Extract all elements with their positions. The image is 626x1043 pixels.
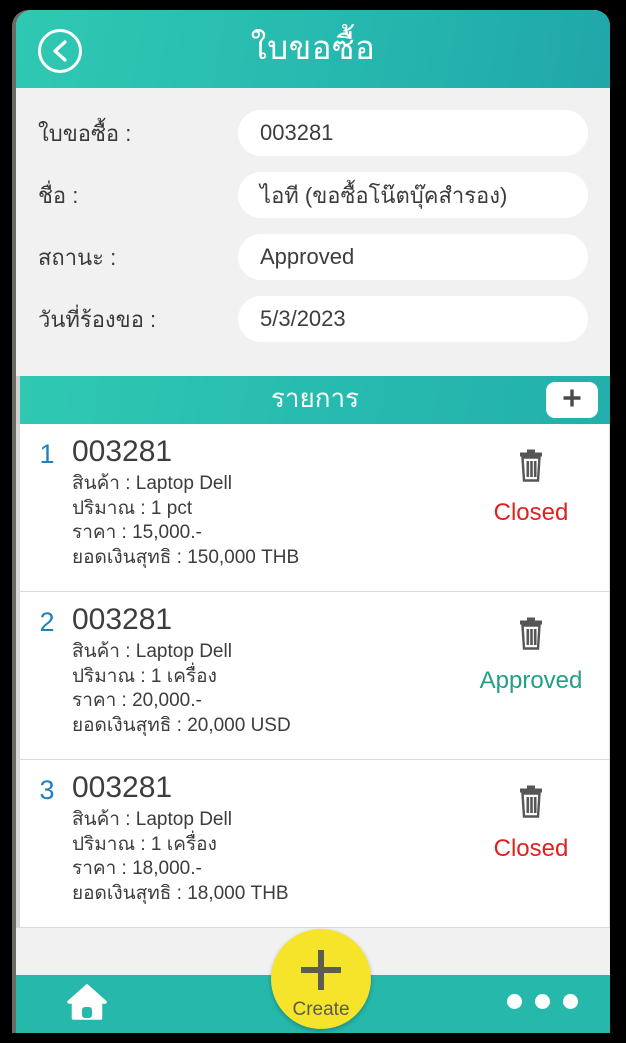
status-field[interactable]: Approved <box>238 234 588 280</box>
item-body: 003281 สินค้า : Laptop Dell ปริมาณ : 1 เ… <box>64 770 467 913</box>
trash-icon[interactable] <box>516 616 546 655</box>
item-index: 1 <box>39 439 55 469</box>
name-field[interactable]: ไอที (ขอซื้อโน๊ตบุ๊คสำรอง) <box>238 172 588 218</box>
item-price: ราคา : 18,000.- <box>72 858 202 879</box>
item-quantity: ปริมาณ : 1 เครื่อง <box>72 833 217 855</box>
item-index: 3 <box>39 775 55 805</box>
item-body: 003281 สินค้า : Laptop Dell ปริมาณ : 1 p… <box>64 434 467 577</box>
item-body: 003281 สินค้า : Laptop Dell ปริมาณ : 1 เ… <box>64 602 467 745</box>
more-dots-icon <box>563 994 578 1009</box>
item-index: 2 <box>39 607 55 637</box>
add-item-button[interactable] <box>546 382 598 418</box>
status-badge: Closed <box>493 835 569 862</box>
form-label: ชื่อ : <box>38 182 79 208</box>
item-net-amount: ยอดเงินสุทธิ : 150,000 THB <box>72 546 300 568</box>
trash-icon[interactable] <box>516 784 546 823</box>
items-list: 1 003281 สินค้า : Laptop Dell ปริมาณ : 1… <box>16 424 610 928</box>
page-title: ใบขอซื้อ <box>250 28 376 66</box>
item-price: ราคา : 15,000.- <box>72 522 202 543</box>
home-button[interactable] <box>64 983 110 1025</box>
form-row-name: ชื่อ : ไอที (ขอซื้อโน๊ตบุ๊คสำรอง) <box>38 164 588 226</box>
item-price: ราคา : 20,000.- <box>72 690 202 711</box>
plus-icon <box>293 942 349 1003</box>
plus-icon <box>560 386 584 415</box>
item-actions: Approved <box>467 602 595 745</box>
more-dots-icon <box>535 994 550 1009</box>
item-title: 003281 <box>72 771 173 804</box>
create-fab-label: Create <box>292 998 350 1020</box>
request-form: ใบขอซื้อ : 003281 ชื่อ : ไอที (ขอซื้อโน๊… <box>16 88 610 376</box>
list-item[interactable]: 2 003281 สินค้า : Laptop Dell ปริมาณ : 1… <box>20 592 609 760</box>
item-quantity: ปริมาณ : 1 pct <box>72 497 193 519</box>
trash-icon[interactable] <box>516 448 546 487</box>
item-actions: Closed <box>467 434 595 577</box>
item-product: สินค้า : Laptop Dell <box>72 473 232 494</box>
more-dots-icon <box>507 994 522 1009</box>
form-row-request-date: วันที่ร้องขอ : 5/3/2023 <box>38 288 588 350</box>
items-section-header: รายการ <box>16 376 610 424</box>
form-label: วันที่ร้องขอ : <box>38 306 157 332</box>
item-product: สินค้า : Laptop Dell <box>72 809 232 830</box>
item-net-amount: ยอดเงินสุทธิ : 18,000 THB <box>72 882 289 904</box>
items-section-title: รายการ <box>270 383 360 413</box>
app-frame: ใบขอซื้อ ใบขอซื้อ : 003281 ชื่อ : ไอที (… <box>16 10 610 1033</box>
create-fab-button[interactable]: Create <box>271 929 371 1029</box>
more-button[interactable] <box>507 994 578 1009</box>
form-label: สถานะ : <box>38 244 117 270</box>
item-title: 003281 <box>72 603 173 636</box>
item-net-amount: ยอดเงินสุทธิ : 20,000 USD <box>72 714 291 736</box>
app-header: ใบขอซื้อ <box>16 10 610 88</box>
form-row-status: สถานะ : Approved <box>38 226 588 288</box>
item-product: สินค้า : Laptop Dell <box>72 641 232 662</box>
item-title: 003281 <box>72 435 173 468</box>
document-no-field[interactable]: 003281 <box>238 110 588 156</box>
form-label: ใบขอซื้อ : <box>38 120 132 146</box>
form-row-document-no: ใบขอซื้อ : 003281 <box>38 102 588 164</box>
request-date-field[interactable]: 5/3/2023 <box>238 296 588 342</box>
item-quantity: ปริมาณ : 1 เครื่อง <box>72 665 217 687</box>
item-actions: Closed <box>467 770 595 913</box>
list-item[interactable]: 3 003281 สินค้า : Laptop Dell ปริมาณ : 1… <box>20 760 609 928</box>
home-icon <box>66 983 108 1026</box>
status-badge: Closed <box>493 499 569 526</box>
list-item[interactable]: 1 003281 สินค้า : Laptop Dell ปริมาณ : 1… <box>20 424 609 592</box>
status-badge: Approved <box>479 667 583 694</box>
